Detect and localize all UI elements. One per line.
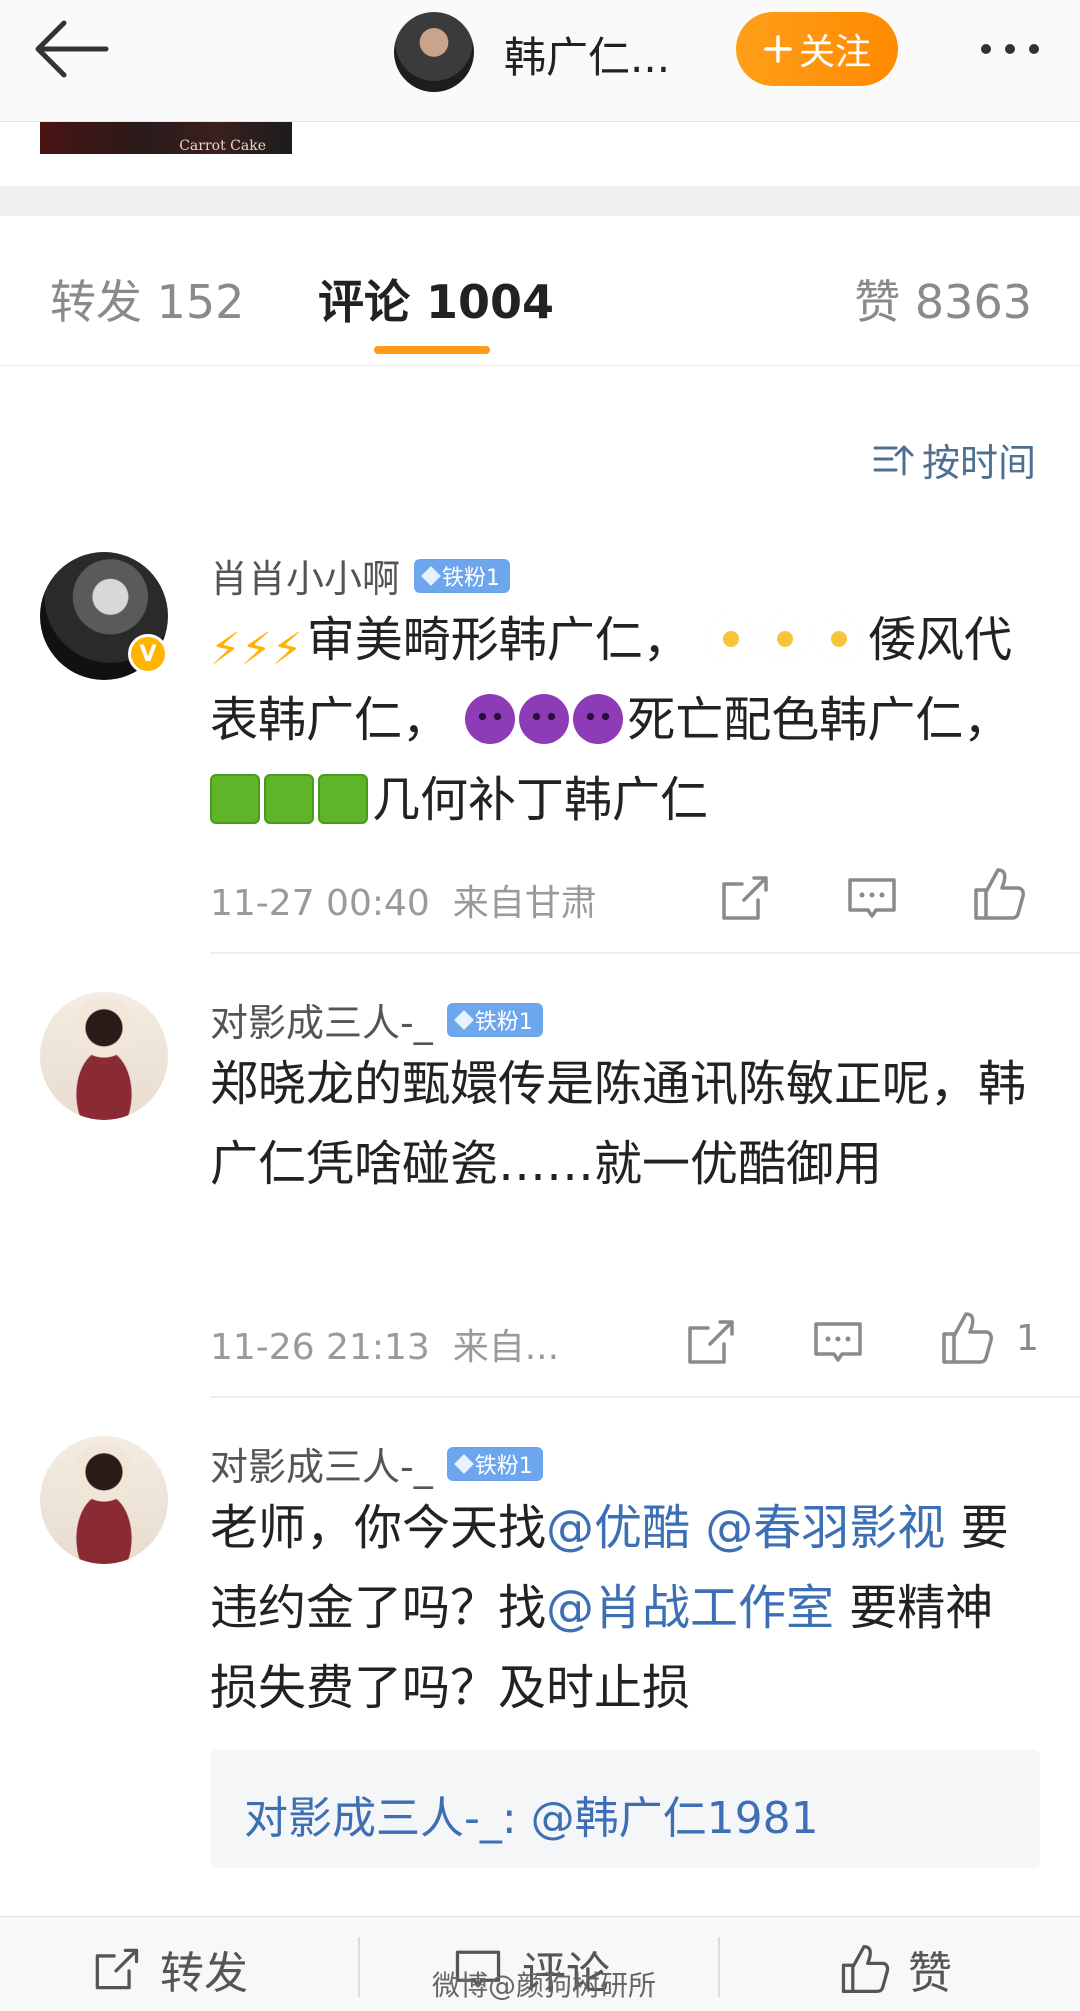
fan-badge: 铁粉1: [446, 1002, 543, 1037]
comment-text: 老师，你今天找@优酷 @春羽影视 要违约金了吗？找@肖战工作室 要精神损失费了吗…: [210, 1488, 1040, 1728]
comment-divider: [210, 1396, 1080, 1398]
username-text: 对影成三人-_: [210, 1445, 433, 1489]
like-count: 1: [1016, 1318, 1039, 1359]
like-button[interactable]: 赞: [836, 1937, 952, 2001]
comment-username[interactable]: 肖肖小小啊 铁粉1: [210, 548, 511, 603]
fan-badge: 铁粉1: [446, 1446, 543, 1481]
more-options-button[interactable]: [960, 24, 1060, 74]
quoted-reply[interactable]: 对影成三人-_: @韩广仁1981: [210, 1750, 1040, 1868]
diamond-icon: [421, 565, 441, 586]
comment-text-part: 死亡配色韩广仁，: [627, 692, 1012, 748]
sort-icon: [873, 445, 914, 475]
fan-badge-label: 铁粉1: [474, 1009, 533, 1035]
comment-text-part: 审美畸形韩广仁，: [306, 612, 691, 668]
devil-emoji: [519, 694, 570, 744]
like-icon[interactable]: [968, 864, 1028, 924]
fan-badge-label: 铁粉1: [442, 565, 501, 591]
like-icon: [841, 1944, 890, 1994]
green-square-emoji: [264, 774, 314, 824]
comment-text: 郑晓龙的甄嬛传是陈通讯陈敏正呢，韩广仁凭啥碰瓷……就一优酷御用: [210, 1056, 1027, 1192]
mention-link[interactable]: @肖战工作室: [546, 1580, 834, 1636]
green-square-emoji: [210, 774, 260, 824]
daisy-emoji: [759, 614, 810, 664]
comment-time: 11-27 00:40: [210, 883, 430, 924]
like-label: 赞: [908, 1948, 952, 1999]
more-dot-icon: [1005, 44, 1015, 54]
diamond-icon: [453, 1009, 474, 1030]
repost-label: 转发: [160, 1948, 248, 1999]
comment-text: ⚡⚡⚡审美畸形韩广仁， 倭风代表韩广仁， 死亡配色韩广仁， 几何补丁韩广仁: [210, 600, 1040, 840]
comment-username[interactable]: 对影成三人-_ 铁粉1: [210, 992, 543, 1047]
repost-icon: [95, 1948, 139, 1990]
username-text: 对影成三人-_: [210, 1001, 433, 1045]
follow-label: 关注: [798, 32, 871, 73]
share-icon[interactable]: [714, 868, 774, 928]
post-image[interactable]: Carrot Cake: [40, 122, 292, 154]
divider: [358, 1937, 360, 1997]
watermark: 微博@颜狗树研所: [432, 1969, 657, 2002]
repost-button[interactable]: 转发: [88, 1937, 248, 2001]
devil-emoji: [465, 694, 516, 744]
fan-badge: 铁粉1: [414, 558, 511, 593]
back-button[interactable]: [26, 14, 116, 84]
share-icon[interactable]: [680, 1312, 740, 1372]
username-text: 肖肖小小啊: [210, 557, 401, 601]
more-dot-icon: [1029, 44, 1039, 54]
mention-link[interactable]: @春羽影视: [705, 1500, 945, 1556]
author-avatar[interactable]: [394, 12, 474, 92]
more-dot-icon: [981, 44, 991, 54]
avatar[interactable]: [40, 992, 168, 1120]
reply-icon[interactable]: [842, 868, 902, 928]
devil-emoji: [573, 694, 624, 744]
section-separator: [0, 186, 1080, 216]
diamond-icon: [453, 1453, 474, 1474]
comment-text-part: 老师，你今天找: [210, 1500, 547, 1556]
follow-button[interactable]: 关注: [736, 12, 898, 86]
mention-link[interactable]: @优酷: [546, 1500, 690, 1556]
lightning-emoji: ⚡⚡⚡: [210, 624, 303, 675]
author-name[interactable]: 韩广仁...: [504, 24, 670, 85]
tab-repost[interactable]: 转发 152: [50, 266, 244, 332]
green-square-emoji: [318, 774, 368, 824]
post-image-caption: Carrot Cake: [179, 138, 266, 154]
tab-like[interactable]: 赞 8363: [854, 266, 1032, 332]
daisy-emoji: [705, 614, 756, 664]
comment-meta: 11-26 21:13 来自...: [210, 1318, 559, 1370]
verified-badge: V: [128, 634, 168, 674]
back-arrow-icon: [35, 20, 109, 78]
active-tab-indicator: [374, 346, 490, 354]
comment-meta: 11-27 00:40 来自甘肃: [210, 874, 597, 926]
quoted-reply-text: 对影成三人-_: @韩广仁1981: [244, 1793, 819, 1844]
top-bar: 韩广仁... 关注: [0, 0, 1080, 122]
sort-label: 按时间: [921, 441, 1036, 485]
comment-location: 来自...: [452, 1327, 560, 1368]
avatar[interactable]: [40, 1436, 168, 1564]
sort-button[interactable]: 按时间: [872, 432, 1036, 487]
plus-icon: [764, 35, 792, 63]
like-icon[interactable]: [936, 1308, 996, 1368]
comment-time: 11-26 21:13: [210, 1327, 430, 1368]
daisy-emoji: [813, 614, 864, 664]
comment-location: 来自甘肃: [452, 883, 597, 924]
divider: [718, 1937, 720, 1997]
comment-username[interactable]: 对影成三人-_ 铁粉1: [210, 1436, 543, 1491]
comment-text-part: 几何补丁韩广仁: [372, 772, 709, 828]
fan-badge-label: 铁粉1: [474, 1453, 533, 1479]
comment-divider: [210, 952, 1080, 954]
tab-bar: 转发 152 评论 1004 赞 8363: [0, 216, 1080, 366]
reply-icon[interactable]: [808, 1312, 868, 1372]
